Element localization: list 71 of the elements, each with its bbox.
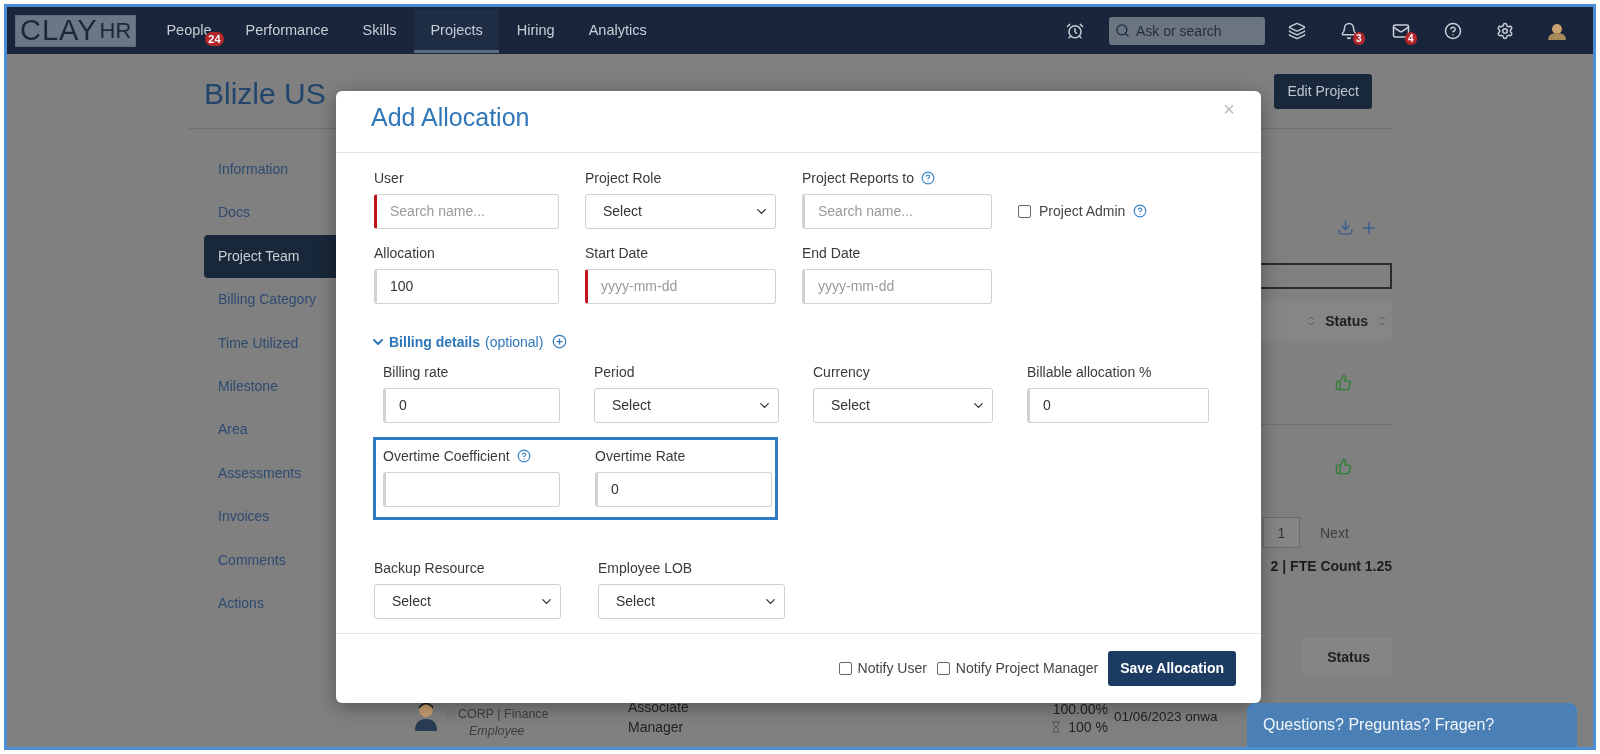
section-toggle[interactable]: Billing details [389, 333, 480, 350]
employee-type: Employee [469, 724, 525, 738]
field-label: Project Reports to [802, 169, 915, 186]
input-field[interactable]: yyyy-mm-dd [802, 268, 992, 304]
edit-project-button[interactable]: Edit Project [1274, 73, 1372, 109]
checkbox[interactable] [838, 661, 852, 675]
field-label: Billable allocation % [1027, 363, 1152, 380]
field-label: Project Role [585, 169, 662, 186]
input-field[interactable]: Search name... [374, 193, 559, 229]
input-field[interactable]: 0 [1027, 387, 1209, 423]
checkbox[interactable] [1018, 204, 1031, 218]
bell-icon[interactable] [1340, 21, 1358, 40]
search-bar[interactable]: Ask or search [1109, 16, 1265, 45]
checkbox-label: Project Admin [1039, 203, 1126, 220]
field-label: Start Date [585, 244, 649, 261]
notification-count: 3 [1353, 31, 1365, 45]
field-label: Currency [813, 363, 870, 380]
allocation-text: 100.00% [1052, 701, 1108, 717]
field-label: Backup Resource [374, 559, 485, 576]
checkbox[interactable] [936, 661, 950, 675]
billable-text: 100 % [1068, 719, 1108, 735]
search-icon [1115, 23, 1130, 38]
nav-item[interactable]: Analytics [572, 8, 663, 53]
layers-icon[interactable] [1288, 21, 1306, 40]
field-label: Period [594, 363, 635, 380]
department-text: CORP | Finance [458, 707, 549, 721]
field-label: Billing rate [383, 363, 449, 380]
select-field[interactable]: Select [598, 583, 785, 619]
nav-item[interactable]: Skills [346, 8, 413, 53]
select-field[interactable]: Select [374, 583, 561, 619]
search-field[interactable]: Ask or search [1134, 21, 1254, 40]
chat-button[interactable]: Questions? Preguntas? Fragen? [1247, 703, 1577, 747]
select-field[interactable]: Select [813, 387, 993, 423]
optional-hint: (optional) [485, 333, 544, 350]
select-field[interactable]: Select [594, 387, 779, 423]
hourglass-icon [1050, 721, 1063, 733]
select-field[interactable]: Select [585, 193, 776, 229]
project-title: Blizle US [204, 77, 326, 111]
field-label: Allocation [374, 244, 435, 261]
field-label: Employee LOB [598, 559, 693, 576]
column-header[interactable]: Status [1325, 313, 1368, 329]
alarm-clock-icon[interactable] [1066, 21, 1084, 40]
field-label: End Date [802, 244, 861, 261]
input-field[interactable]: 0 [383, 387, 560, 423]
nav-item[interactable]: Performance [229, 8, 345, 53]
role-text: Associate Manager [628, 698, 690, 737]
mail-icon[interactable] [1392, 21, 1410, 40]
save-allocation-button[interactable]: Save Allocation [1108, 650, 1236, 686]
date-range-text: 01/06/2023 onwa [1114, 709, 1218, 724]
settings-icon[interactable] [1496, 21, 1514, 40]
checkbox-label: Notify Project Manager [955, 660, 1099, 677]
input-field[interactable]: yyyy-mm-dd [585, 268, 776, 304]
summary-text: 2 | FTE Count 1.25 [1269, 558, 1392, 574]
field-label: Overtime Coefficient [383, 447, 510, 464]
avatar-icon [413, 701, 439, 731]
column-header[interactable]: Status [1327, 649, 1370, 665]
input-field[interactable] [383, 471, 560, 507]
checkbox-label: Notify User [857, 660, 927, 677]
add-icon[interactable] [552, 334, 568, 350]
input-field[interactable]: 100 [374, 268, 559, 304]
input-field[interactable]: 0 [595, 471, 772, 507]
thumbs-up-icon [1335, 457, 1352, 475]
thumbs-up-icon [1335, 374, 1352, 391]
nav-item[interactable]: Hiring [500, 8, 571, 53]
field-label: Overtime Rate [595, 447, 686, 464]
field-label: User [374, 169, 404, 186]
message-count: 4 [1405, 31, 1417, 45]
input-field[interactable]: Search name... [802, 193, 992, 229]
help-icon[interactable] [1444, 21, 1462, 40]
nav-item[interactable]: Projects [414, 8, 499, 53]
dialog-title: Add Allocation [371, 102, 530, 132]
